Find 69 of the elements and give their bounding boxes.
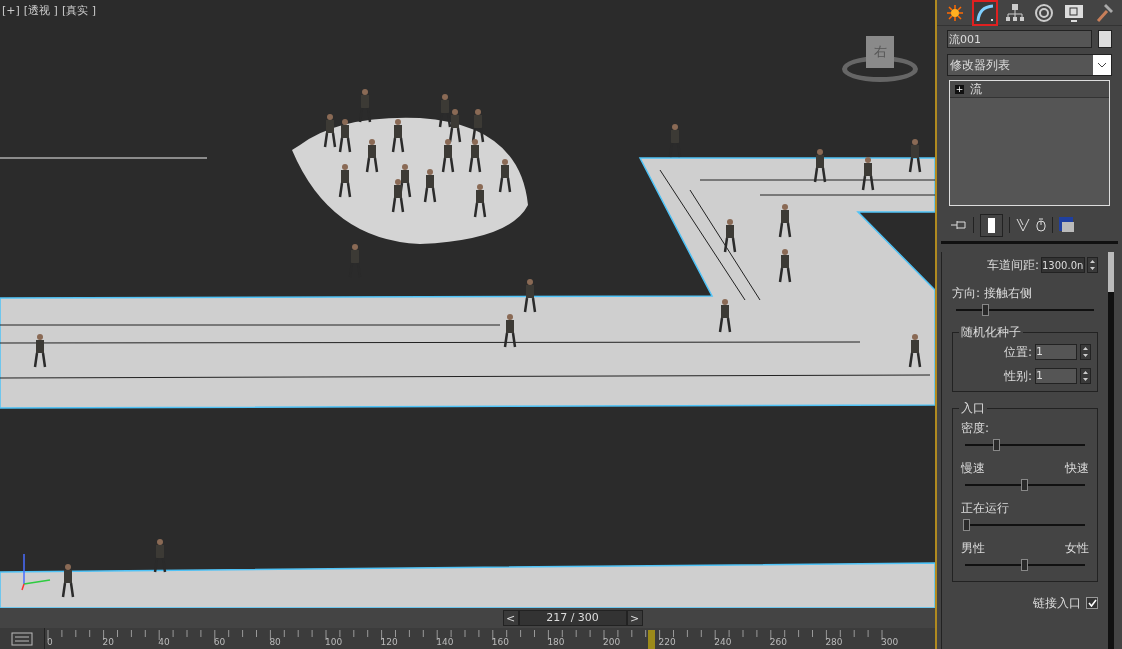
color-swatch[interactable] — [1098, 30, 1112, 48]
modifier-list-dropdown[interactable]: 修改器列表 — [947, 54, 1112, 76]
target-icon — [1034, 2, 1055, 23]
frame-number: 140 — [436, 637, 454, 648]
frame-number: 60 — [213, 637, 226, 648]
frame-number: 260 — [769, 637, 787, 648]
direction-label: 方向: 接触右侧 — [952, 285, 1033, 302]
sun-icon — [945, 3, 964, 22]
viewport-menu-label[interactable]: [+] — [2, 3, 20, 20]
lane-spacing-field[interactable]: 1300.0n — [1041, 257, 1085, 273]
slider-label: 男性 — [961, 540, 985, 557]
frame-number: 200 — [603, 637, 621, 648]
curve-editor-icon[interactable] — [11, 631, 33, 646]
frame-number: 40 — [158, 637, 170, 648]
checkbox-label: 链接入口 — [1033, 595, 1081, 612]
frame-number: 120 — [380, 637, 398, 648]
viewport-menu-label[interactable]: [透视 ] — [23, 3, 58, 20]
checkmark-icon — [1087, 599, 1097, 607]
seed-label: 性别: — [1003, 368, 1032, 385]
scrollbar[interactable] — [1108, 252, 1114, 649]
time-marker[interactable] — [647, 630, 655, 649]
object-name-field[interactable]: 流001 — [947, 30, 1092, 48]
seed-field[interactable]: 1 — [1035, 344, 1077, 360]
configure-icon[interactable] — [1059, 217, 1075, 233]
lane-spacing-label: 车道间距: — [986, 257, 1039, 274]
mouse-icon[interactable] — [1036, 218, 1046, 232]
spinner-icon[interactable] — [1080, 344, 1091, 360]
seed-label: 位置: — [1003, 344, 1032, 361]
frame-counter: 217 / 300 — [518, 610, 627, 626]
modifier-stack-item[interactable]: + 流 — [950, 81, 1109, 98]
slider-label: 快速 — [1065, 460, 1089, 477]
viewport-menu-label[interactable]: [真实 ] — [61, 3, 96, 20]
slider-thumb[interactable] — [982, 304, 990, 316]
chevron-down-icon — [1097, 62, 1107, 68]
show-end-result-button[interactable] — [980, 213, 1003, 237]
frame-number: 280 — [825, 637, 843, 648]
expand-toggle[interactable]: + — [955, 84, 964, 94]
slider-label: 女性 — [1065, 540, 1089, 557]
group-title: 入口 — [959, 401, 987, 415]
frame-number: 100 — [325, 637, 343, 648]
slider-label: 慢速 — [961, 460, 985, 477]
spinner-icon[interactable] — [1087, 257, 1098, 273]
monitor-icon — [1064, 2, 1085, 23]
pin-icon[interactable] — [951, 219, 967, 231]
slider-label: 密度: — [961, 420, 990, 437]
frame-number: 220 — [658, 637, 676, 648]
funnel-icon[interactable] — [1016, 218, 1030, 232]
frame-number: 240 — [714, 637, 732, 648]
spinner-icon[interactable] — [1080, 368, 1091, 384]
frame-number: 160 — [491, 637, 509, 648]
slider-thumb[interactable] — [1021, 559, 1028, 571]
link-entrance-checkbox[interactable] — [1086, 597, 1098, 609]
slider-thumb[interactable] — [1021, 479, 1028, 491]
command-panel-tab[interactable] — [971, 0, 998, 26]
hammer-icon — [1094, 2, 1115, 23]
curve-icon — [974, 2, 995, 23]
frame-number: 0 — [47, 637, 53, 648]
group-title: 随机化种子 — [959, 325, 1023, 339]
previous-frame-button[interactable]: < — [502, 610, 519, 626]
frame-number: 300 — [881, 637, 899, 648]
seed-field[interactable]: 1 — [1035, 368, 1077, 384]
bar-icon — [988, 217, 995, 233]
hierarchy-icon — [1004, 2, 1025, 23]
frame-number: 180 — [547, 637, 565, 648]
frame-number: 80 — [269, 637, 281, 648]
slider-thumb[interactable] — [993, 439, 1001, 451]
frame-number: 20 — [102, 637, 115, 648]
slider-thumb[interactable] — [963, 519, 971, 531]
slider-label: 正在运行 — [961, 500, 1009, 517]
